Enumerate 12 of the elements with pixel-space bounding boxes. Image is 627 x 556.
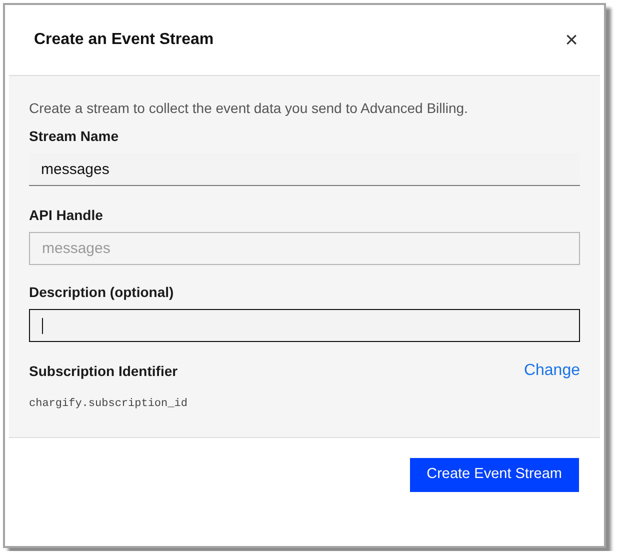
create-button[interactable]: Create Event Stream	[410, 458, 579, 492]
intro-text: Create a stream to collect the event data you send to Advanced Billing.	[29, 99, 469, 118]
field-label: Subscription Identifier	[29, 362, 179, 381]
input-field[interactable]	[29, 309, 580, 342]
field-label: Description (optional)	[29, 283, 175, 302]
field-label: Stream Name	[29, 127, 120, 146]
close-button[interactable]: ×	[563, 29, 580, 51]
text-cursor	[42, 318, 43, 334]
change-link[interactable]: Change	[524, 359, 580, 383]
field-label: API Handle	[29, 206, 104, 225]
identifier-value: chargify.subscription_id	[29, 397, 188, 412]
dialog-title: Create an Event Stream	[34, 30, 214, 50]
